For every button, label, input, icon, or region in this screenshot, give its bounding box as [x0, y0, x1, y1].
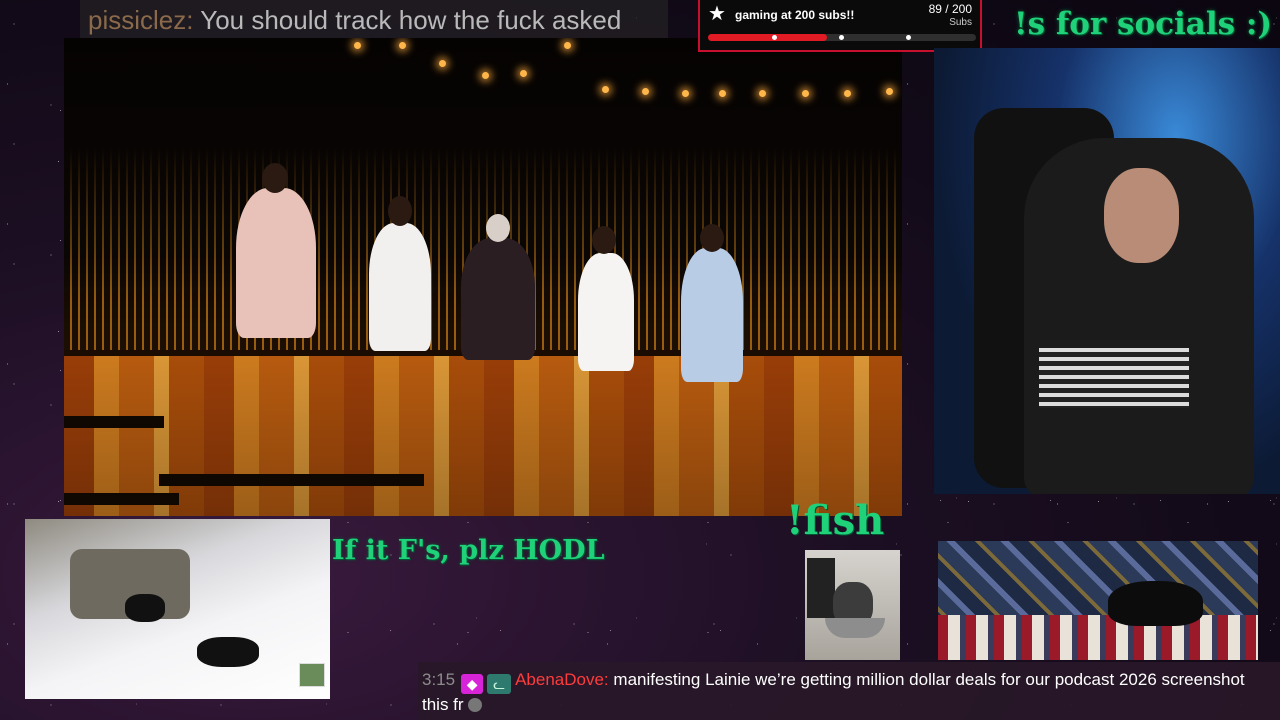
bottom-chat-message: 3:15 ◆ ᓚ AbenaDove: manifesting Lainie we’r…: [418, 662, 1280, 720]
sub-goal-title: gaming at 200 subs!!: [735, 8, 855, 22]
performer-head: [700, 224, 724, 252]
sub-goal-widget: ★ gaming at 200 subs!! 89 / 200 Subs: [698, 0, 982, 52]
chat-message-text: manifesting Lainie we’re getting million…: [613, 670, 1245, 689]
progress-marker: [839, 35, 844, 40]
snow-dog-video: [25, 519, 330, 699]
diamond-icon: ◆: [461, 674, 484, 694]
streamer-webcam: [934, 48, 1280, 494]
striped-shirt: [1039, 348, 1189, 408]
chat-message-text: You should track how the fuck asked: [200, 5, 622, 35]
performer-head: [262, 163, 288, 193]
performer: [578, 253, 634, 371]
dog: [197, 637, 259, 667]
star-icon: ★: [708, 3, 726, 25]
cat-blanket-camera: [938, 541, 1258, 660]
main-video-stage: [64, 38, 902, 516]
performer: [369, 223, 431, 351]
chat-line: 3:15 ◆ ᓚ AbenaDove: manifesting Lainie we’r…: [422, 670, 1245, 694]
hodl-overlay-text: If it F's, plz HODL: [332, 535, 605, 566]
performer: [461, 238, 535, 360]
chat-username: pissiclez:: [88, 5, 194, 35]
fish-command-text: !fish: [786, 497, 885, 544]
performer: [681, 248, 743, 382]
chat-line: this fr: [422, 695, 482, 715]
streamer-face: [1104, 168, 1179, 263]
kitchen-appliance: [807, 558, 835, 618]
blanket: [938, 615, 1258, 660]
chat-timestamp: 3:15: [422, 670, 456, 689]
emote-icon: [467, 698, 482, 712]
stage-step: [64, 416, 164, 428]
cat: [1108, 581, 1203, 626]
cat-badge-icon: ᓚ: [487, 674, 512, 694]
sub-goal-count: 89 / 200: [928, 2, 972, 16]
video-watermark-icon: [299, 663, 325, 687]
sub-goal-progress-track: [708, 34, 976, 41]
stage-step: [64, 493, 179, 505]
stage-step: [159, 474, 424, 486]
performer-head: [486, 214, 510, 242]
chat-username: AbenaDove:: [515, 670, 609, 689]
socials-overlay-text: !s for socials :): [1014, 6, 1272, 42]
top-chat-message: pissiclez: You should track how the fuck…: [80, 0, 668, 40]
dog: [125, 594, 165, 622]
chat-message-text: this fr: [422, 695, 464, 714]
sub-goal-progress-fill: [708, 34, 828, 41]
led-stage-floor: [64, 350, 902, 516]
performer-head: [388, 196, 412, 226]
progress-marker: [906, 35, 911, 40]
bowl: [825, 618, 885, 638]
cat-bowl-camera: [805, 550, 900, 660]
sub-goal-unit: Subs: [949, 17, 972, 28]
performer: [236, 188, 316, 338]
performer-head: [592, 226, 616, 254]
progress-marker: [772, 35, 777, 40]
